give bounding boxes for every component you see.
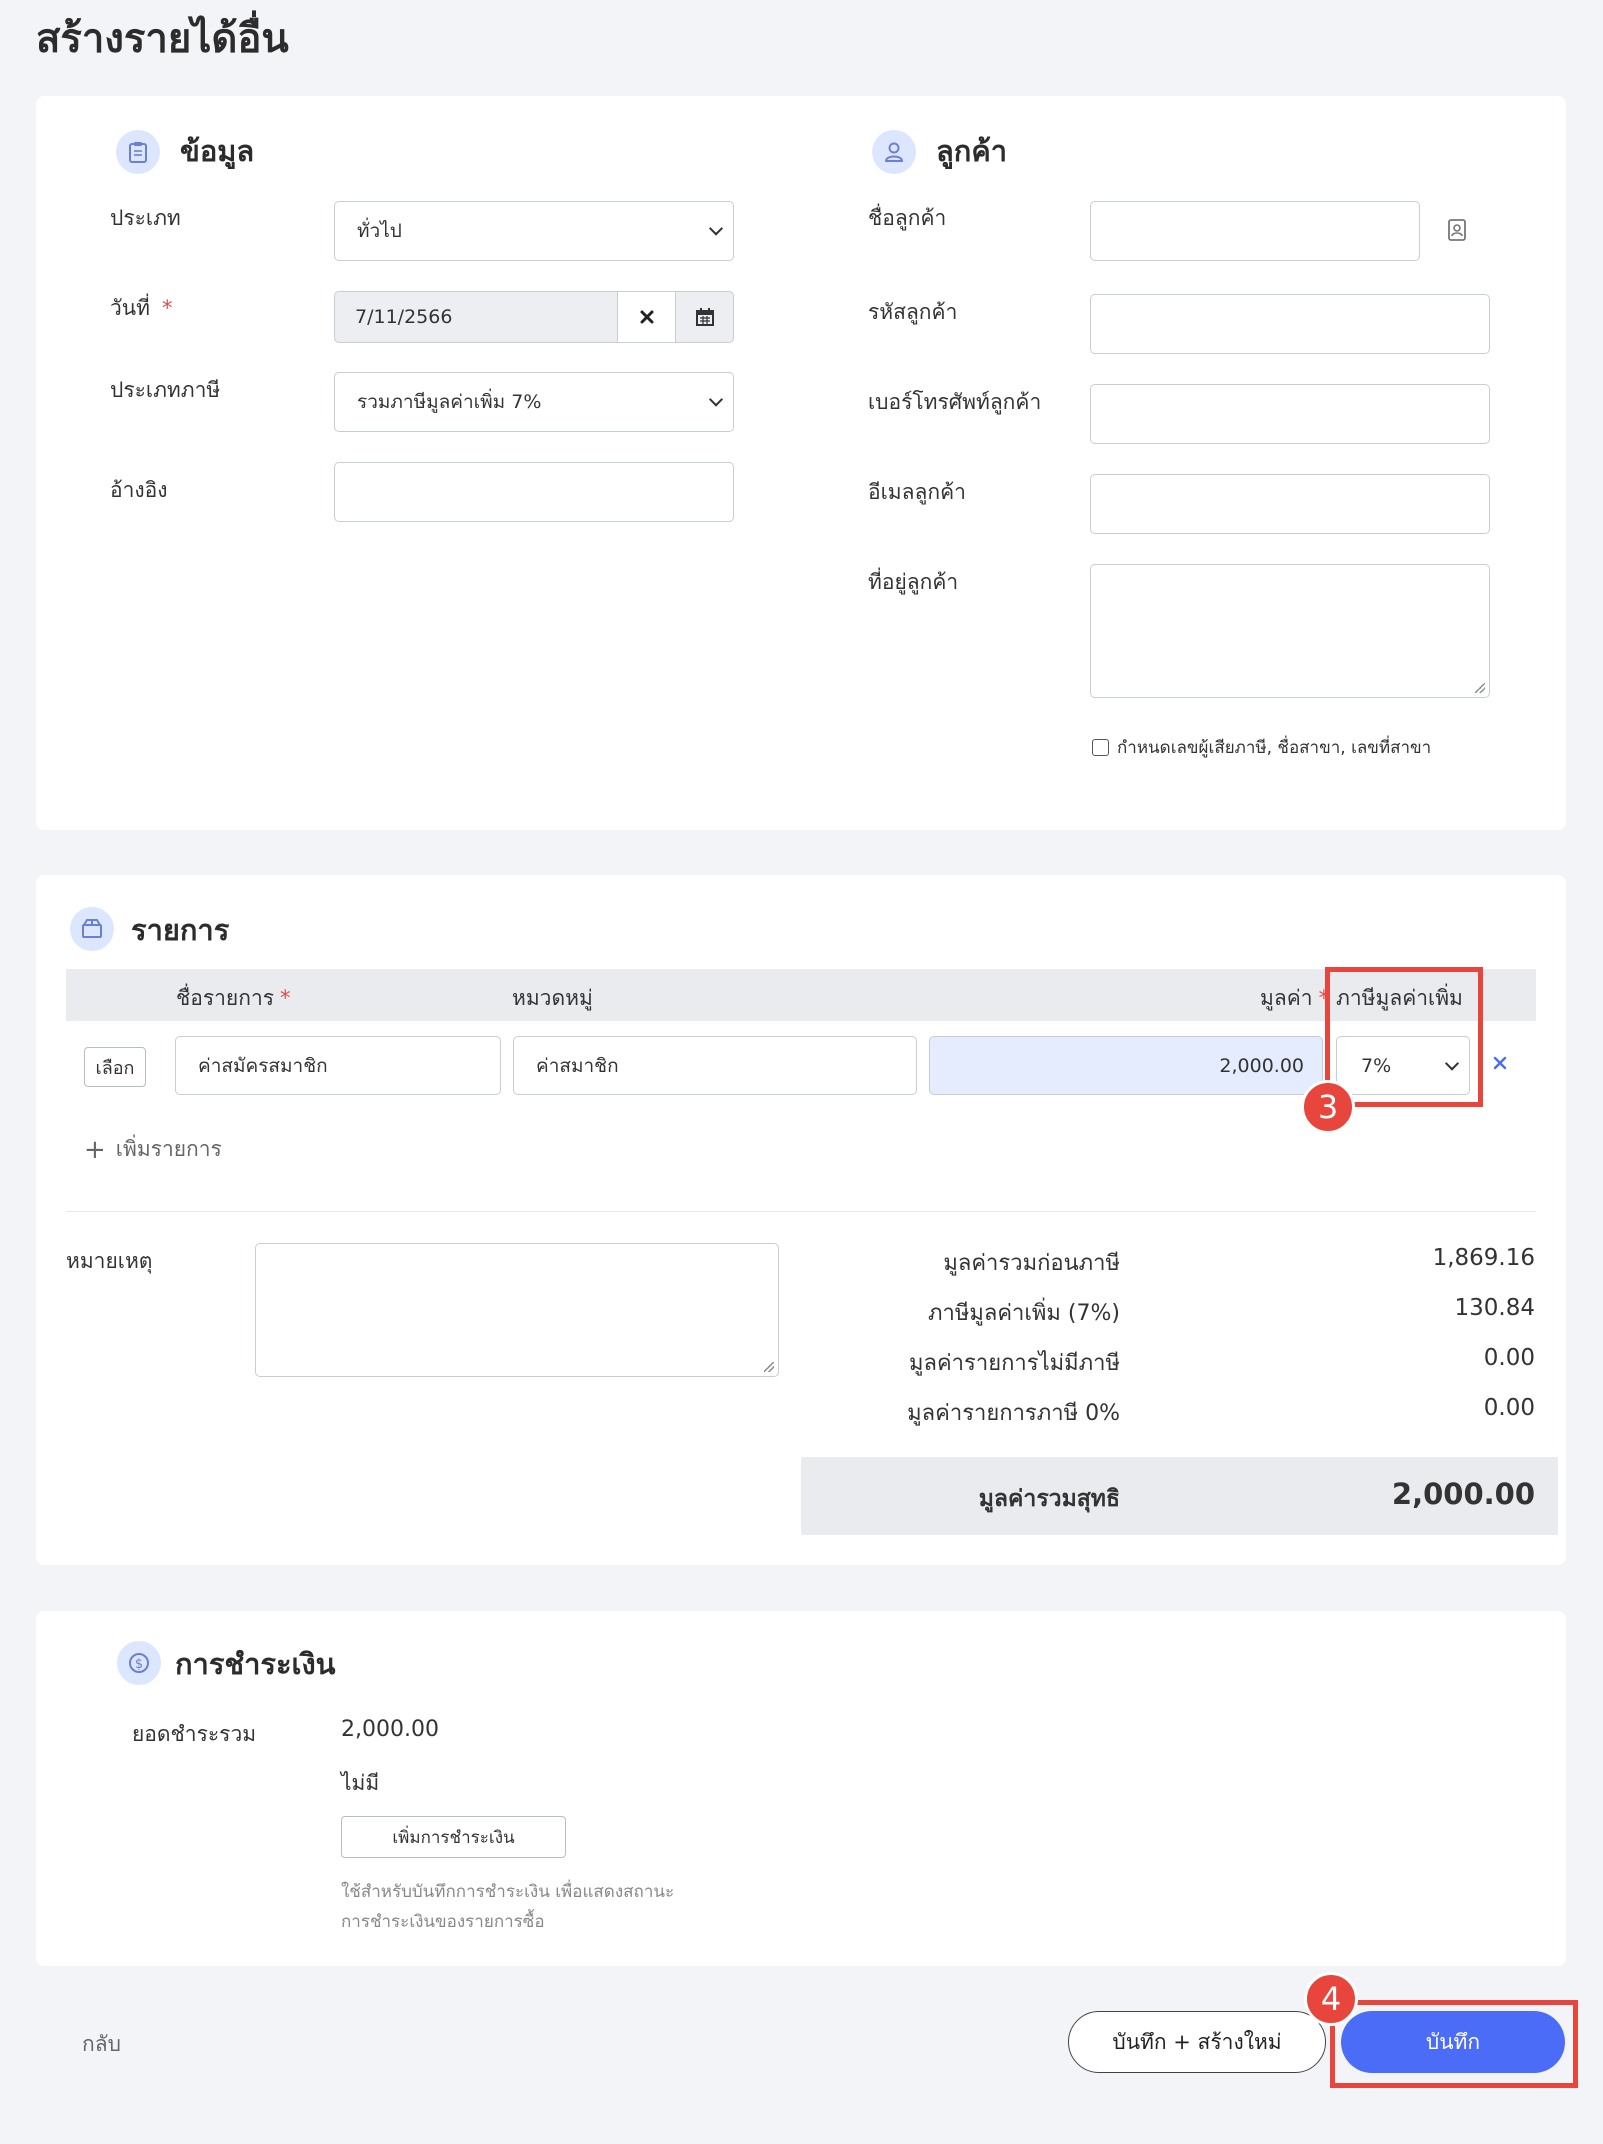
remove-row-icon[interactable] <box>1492 1055 1508 1075</box>
payment-help-text-2: การชำระเงินของรายการซื้อ <box>341 1912 545 1932</box>
customer-phone-input[interactable] <box>1090 384 1490 444</box>
step-badge-3: 3 <box>1301 1080 1355 1134</box>
clipboard-icon <box>116 130 160 174</box>
item-amount-input[interactable]: 2,000.00 <box>929 1036 1323 1095</box>
step-badge-4: 4 <box>1304 1972 1358 2026</box>
type-select[interactable]: ทั่วไป <box>334 201 734 261</box>
customer-address-textarea[interactable] <box>1090 564 1490 698</box>
customer-email-input[interactable] <box>1090 474 1490 534</box>
chevron-down-icon <box>708 392 724 407</box>
chevron-down-icon <box>708 221 724 236</box>
contact-book-icon[interactable] <box>1446 218 1468 246</box>
select-item-button[interactable]: เลือก <box>84 1047 146 1087</box>
header-amount-text: มูลค่า <box>1260 986 1313 1010</box>
reference-input[interactable] <box>334 462 734 522</box>
tax-type-label: ประเภทภาษี <box>110 378 221 402</box>
payment-help-text-1: ใช้สำหรับบันทึกการชำระเงิน เพื่อแสดงสถาน… <box>341 1882 675 1902</box>
svg-text:$: $ <box>135 1657 143 1672</box>
payment-none-text: ไม่มี <box>341 1771 380 1795</box>
add-payment-button[interactable]: เพิ่มการชำระเงิน <box>341 1816 566 1858</box>
customer-code-label: รหัสลูกค้า <box>868 300 958 324</box>
nonvat-value: 0.00 <box>1483 1345 1535 1371</box>
info-section-title: ข้อมูล <box>180 134 255 168</box>
nonvat-label: มูลค่ารายการไม่มีภาษี <box>908 1351 1120 1376</box>
item-category-value: ค่าสมาชิก <box>536 1054 619 1077</box>
page-title: สร้างรายได้อื่น <box>36 16 289 62</box>
payment-section-title: การชำระเงิน <box>175 1647 336 1681</box>
customer-section-title: ลูกค้า <box>936 134 1008 168</box>
date-value: 7/11/2566 <box>355 306 453 328</box>
items-section-title: รายการ <box>131 913 230 947</box>
vat-summary-label: ภาษีมูลค่าเพิ่ม (7%) <box>928 1301 1120 1326</box>
reference-label: อ้างอิง <box>110 478 168 502</box>
total-label: มูลค่ารวมสุทธิ <box>978 1486 1120 1512</box>
item-name-value: ค่าสมัครสมาชิก <box>198 1054 328 1077</box>
required-mark: * <box>162 296 173 320</box>
calendar-button[interactable] <box>675 292 733 342</box>
payment-card: $ การชำระเงิน ยอดชำระรวม 2,000.00 ไม่มี … <box>36 1611 1566 1966</box>
resize-handle[interactable] <box>764 1362 774 1372</box>
back-link[interactable]: กลับ <box>82 2028 121 2061</box>
save-and-new-button[interactable]: บันทึก + สร้างใหม่ <box>1068 2011 1326 2073</box>
customer-email-label: อีเมลลูกค้า <box>868 480 966 504</box>
customer-phone-label: เบอร์โทรศัพท์ลูกค้า <box>868 390 1042 414</box>
tax-type-select[interactable]: รวมภาษีมูลค่าเพิ่ม 7% <box>334 372 734 432</box>
customer-code-input[interactable] <box>1090 294 1490 354</box>
item-name-input[interactable]: ค่าสมัครสมาชิก <box>175 1036 501 1095</box>
required-mark: * <box>280 986 291 1010</box>
total-value: 2,000.00 <box>1391 1477 1535 1511</box>
subtotal-value: 1,869.16 <box>1432 1245 1535 1271</box>
date-label-text: วันที่ <box>110 296 150 320</box>
plus-icon: + <box>84 1134 106 1165</box>
header-item-name-text: ชื่อรายการ <box>176 986 275 1010</box>
customer-name-label: ชื่อลูกค้า <box>868 206 947 230</box>
payment-total-label: ยอดชำระรวม <box>132 1722 257 1746</box>
checkbox[interactable] <box>1092 739 1109 756</box>
type-label: ประเภท <box>110 206 181 230</box>
zero-rate-label: มูลค่ารายการภาษี 0% <box>907 1401 1120 1426</box>
resize-handle[interactable] <box>1475 683 1485 693</box>
add-item-label: เพิ่มรายการ <box>115 1137 222 1161</box>
item-category-input[interactable]: ค่าสมาชิก <box>513 1036 917 1095</box>
header-category: หมวดหมู่ <box>512 986 593 1010</box>
clear-date-button[interactable] <box>617 292 675 342</box>
info-customer-card: ข้อมูล ประเภท ทั่วไป วันที่ * 7/11/2566 ป… <box>36 96 1566 830</box>
vat-summary-value: 130.84 <box>1454 1295 1535 1321</box>
date-field[interactable]: 7/11/2566 <box>334 291 734 343</box>
type-select-value: ทั่วไป <box>357 220 402 242</box>
divider <box>66 1211 1536 1212</box>
zero-rate-value: 0.00 <box>1483 1395 1535 1421</box>
header-amount: มูลค่า * <box>1260 982 1329 1015</box>
note-label: หมายเหตุ <box>66 1249 153 1273</box>
calendar-icon <box>695 308 714 326</box>
item-amount-value: 2,000.00 <box>1219 1054 1304 1077</box>
payment-total-value: 2,000.00 <box>341 1717 439 1742</box>
dollar-icon: $ <box>117 1641 161 1685</box>
close-icon <box>640 310 653 324</box>
header-item-name: ชื่อรายการ * <box>176 982 291 1015</box>
tax-type-value: รวมภาษีมูลค่าเพิ่ม 7% <box>357 391 542 413</box>
add-item-link[interactable]: + เพิ่มรายการ <box>84 1133 222 1166</box>
tax-info-checkbox-label: กำหนดเลขผู้เสียภาษี, ชื่อสาขา, เลขที่สาข… <box>1117 738 1432 758</box>
vat-highlight-box <box>1325 967 1483 1107</box>
subtotal-label: มูลค่ารวมก่อนภาษี <box>943 1251 1120 1276</box>
items-card: รายการ ชื่อรายการ * หมวดหมู่ มูลค่า * ภาษี… <box>36 875 1566 1565</box>
tax-info-checkbox-row[interactable]: กำหนดเลขผู้เสียภาษี, ชื่อสาขา, เลขที่สาข… <box>1092 734 1431 761</box>
user-icon <box>872 130 916 174</box>
date-label: วันที่ * <box>110 292 173 325</box>
customer-name-input[interactable] <box>1090 201 1420 261</box>
box-icon <box>70 907 114 951</box>
save-highlight-box <box>1330 2000 1578 2088</box>
note-textarea[interactable] <box>255 1243 779 1377</box>
customer-address-label: ที่อยู่ลูกค้า <box>868 570 959 594</box>
